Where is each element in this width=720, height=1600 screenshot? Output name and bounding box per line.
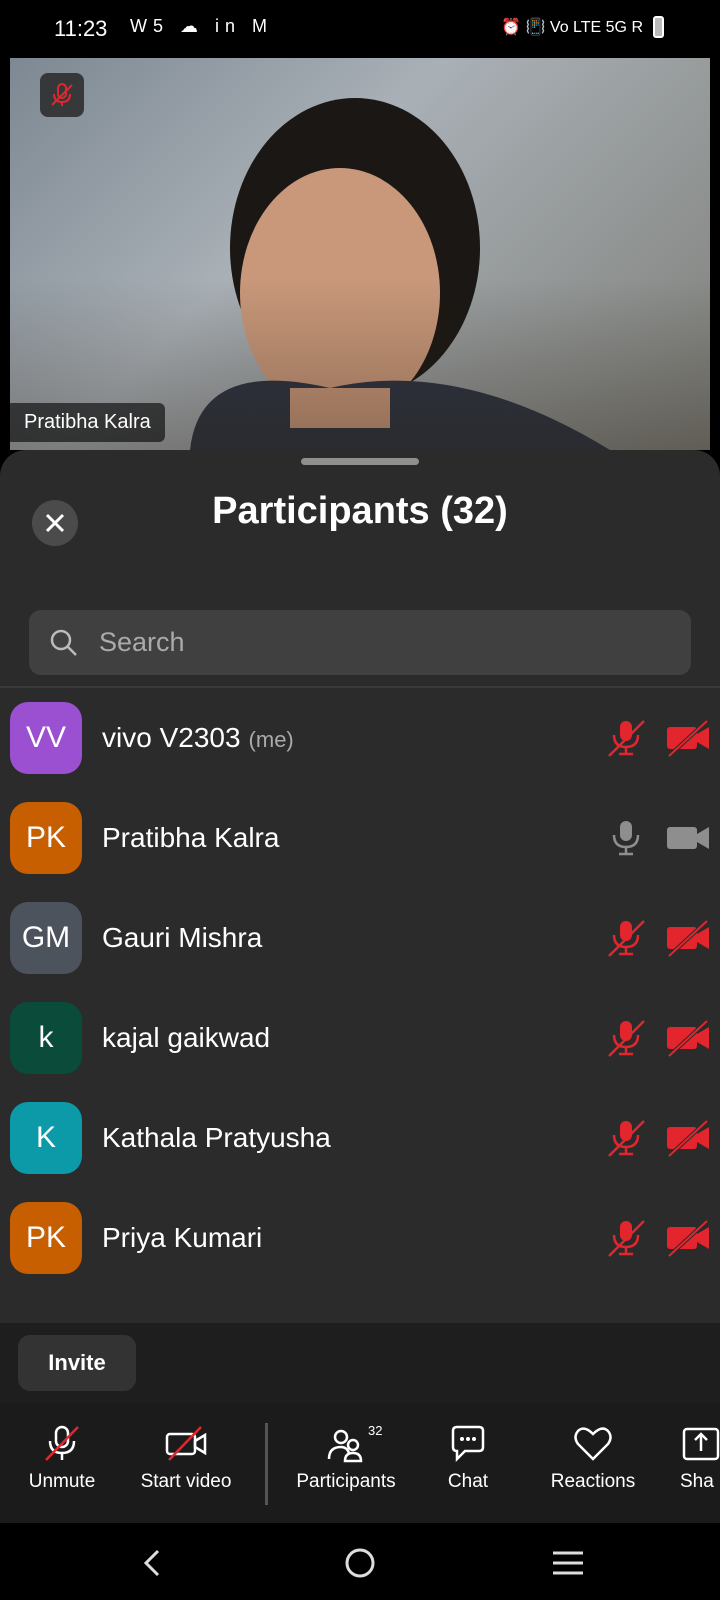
participant-row[interactable]: k kajal gaikwad — [0, 988, 720, 1088]
sheet-drag-handle[interactable] — [301, 458, 419, 465]
camera-off-icon[interactable] — [665, 1218, 711, 1258]
participant-row[interactable]: K Kathala Pratyusha — [0, 1088, 720, 1188]
participant-list: VV vivo V2303 (me) PK Pratibha Kalra GM G… — [0, 688, 720, 1288]
start-video-button[interactable]: Start video — [132, 1423, 240, 1493]
avatar: GM — [10, 902, 82, 974]
participant-name: vivo V2303 (me) — [102, 722, 294, 754]
avatar: PK — [10, 802, 82, 874]
camera-off-icon — [165, 1426, 207, 1461]
status-indicators-text: ⏰ 📳 Vo LTE 5G R — [501, 19, 643, 36]
close-button[interactable] — [32, 500, 78, 546]
participant-row[interactable]: VV vivo V2303 (me) — [0, 688, 720, 788]
status-bar: 11:23 W5 ☁ in M ⏰ 📳 Vo LTE 5G R — [0, 0, 720, 58]
me-tag: (me) — [248, 727, 294, 752]
camera-off-icon[interactable] — [665, 1118, 711, 1158]
search-icon — [50, 629, 77, 656]
status-indicators: ⏰ 📳 Vo LTE 5G R — [501, 16, 664, 38]
camera-off-icon[interactable] — [665, 918, 711, 958]
heart-icon — [574, 1427, 612, 1461]
mic-off-icon[interactable] — [606, 1018, 646, 1058]
video-participant-name: Pratibha Kalra — [10, 403, 165, 442]
participant-row[interactable]: PK Priya Kumari — [0, 1188, 720, 1288]
sheet-title: Participants (32) — [212, 490, 508, 532]
participant-row[interactable]: PK Pratibha Kalra — [0, 788, 720, 888]
mic-off-icon — [51, 83, 73, 106]
invite-area: Invite — [0, 1323, 720, 1403]
mic-off-icon — [45, 1425, 79, 1461]
unmute-label: Unmute — [28, 1471, 96, 1492]
share-icon — [682, 1427, 720, 1461]
participant-name: kajal gaikwad — [102, 1022, 271, 1053]
share-button[interactable]: Sha — [680, 1423, 720, 1493]
recents-icon — [553, 1551, 583, 1575]
reactions-label: Reactions — [550, 1471, 636, 1492]
back-icon — [143, 1549, 160, 1577]
chat-icon — [451, 1425, 485, 1463]
chat-label: Chat — [447, 1471, 489, 1492]
avatar: K — [10, 1102, 82, 1174]
share-label: Sha — [680, 1471, 714, 1492]
avatar: VV — [10, 702, 82, 774]
status-app-icons: W5 ☁ in M — [130, 16, 274, 36]
mic-icon[interactable] — [606, 818, 646, 858]
participant-row[interactable]: GM Gauri Mishra — [0, 888, 720, 988]
participant-name: Kathala Pratyusha — [102, 1122, 331, 1153]
home-icon — [345, 1548, 375, 1578]
start-video-label: Start video — [140, 1471, 232, 1492]
camera-off-icon[interactable] — [665, 718, 711, 758]
status-time: 11:23 — [54, 16, 108, 41]
video-tile[interactable]: Pratibha Kalra — [10, 58, 710, 450]
participants-label: Participants — [296, 1471, 396, 1492]
mic-off-icon[interactable] — [606, 918, 646, 958]
recents-button[interactable] — [548, 1543, 588, 1583]
camera-off-icon[interactable] — [665, 1018, 711, 1058]
muted-mic-badge — [40, 73, 84, 117]
mic-off-icon[interactable] — [606, 718, 646, 758]
participants-icon — [327, 1429, 363, 1463]
back-button[interactable] — [132, 1543, 172, 1583]
participants-count-badge: 32 — [368, 1423, 383, 1438]
system-nav-bar — [0, 1523, 720, 1600]
search-box[interactable] — [29, 610, 691, 675]
reactions-button[interactable]: Reactions — [538, 1423, 648, 1493]
avatar: PK — [10, 1202, 82, 1274]
chat-button[interactable]: Chat — [438, 1423, 498, 1493]
invite-button[interactable]: Invite — [18, 1335, 136, 1391]
participants-button[interactable]: Participants 32 — [290, 1423, 402, 1493]
unmute-button[interactable]: Unmute — [22, 1423, 102, 1493]
participant-name: Gauri Mishra — [102, 922, 263, 953]
toolbar-separator — [265, 1423, 268, 1505]
participant-name: Priya Kumari — [102, 1222, 263, 1253]
search-input[interactable] — [97, 626, 661, 659]
close-icon — [45, 513, 65, 533]
camera-icon[interactable] — [665, 818, 711, 858]
mic-off-icon[interactable] — [606, 1218, 646, 1258]
participant-name-text: vivo V2303 — [102, 722, 241, 753]
home-button[interactable] — [340, 1543, 380, 1583]
participant-name: Pratibha Kalra — [102, 822, 280, 853]
meeting-toolbar: Unmute Start video Participants 32 Chat … — [0, 1403, 720, 1523]
mic-off-icon[interactable] — [606, 1118, 646, 1158]
avatar: k — [10, 1002, 82, 1074]
battery-icon — [653, 16, 664, 38]
